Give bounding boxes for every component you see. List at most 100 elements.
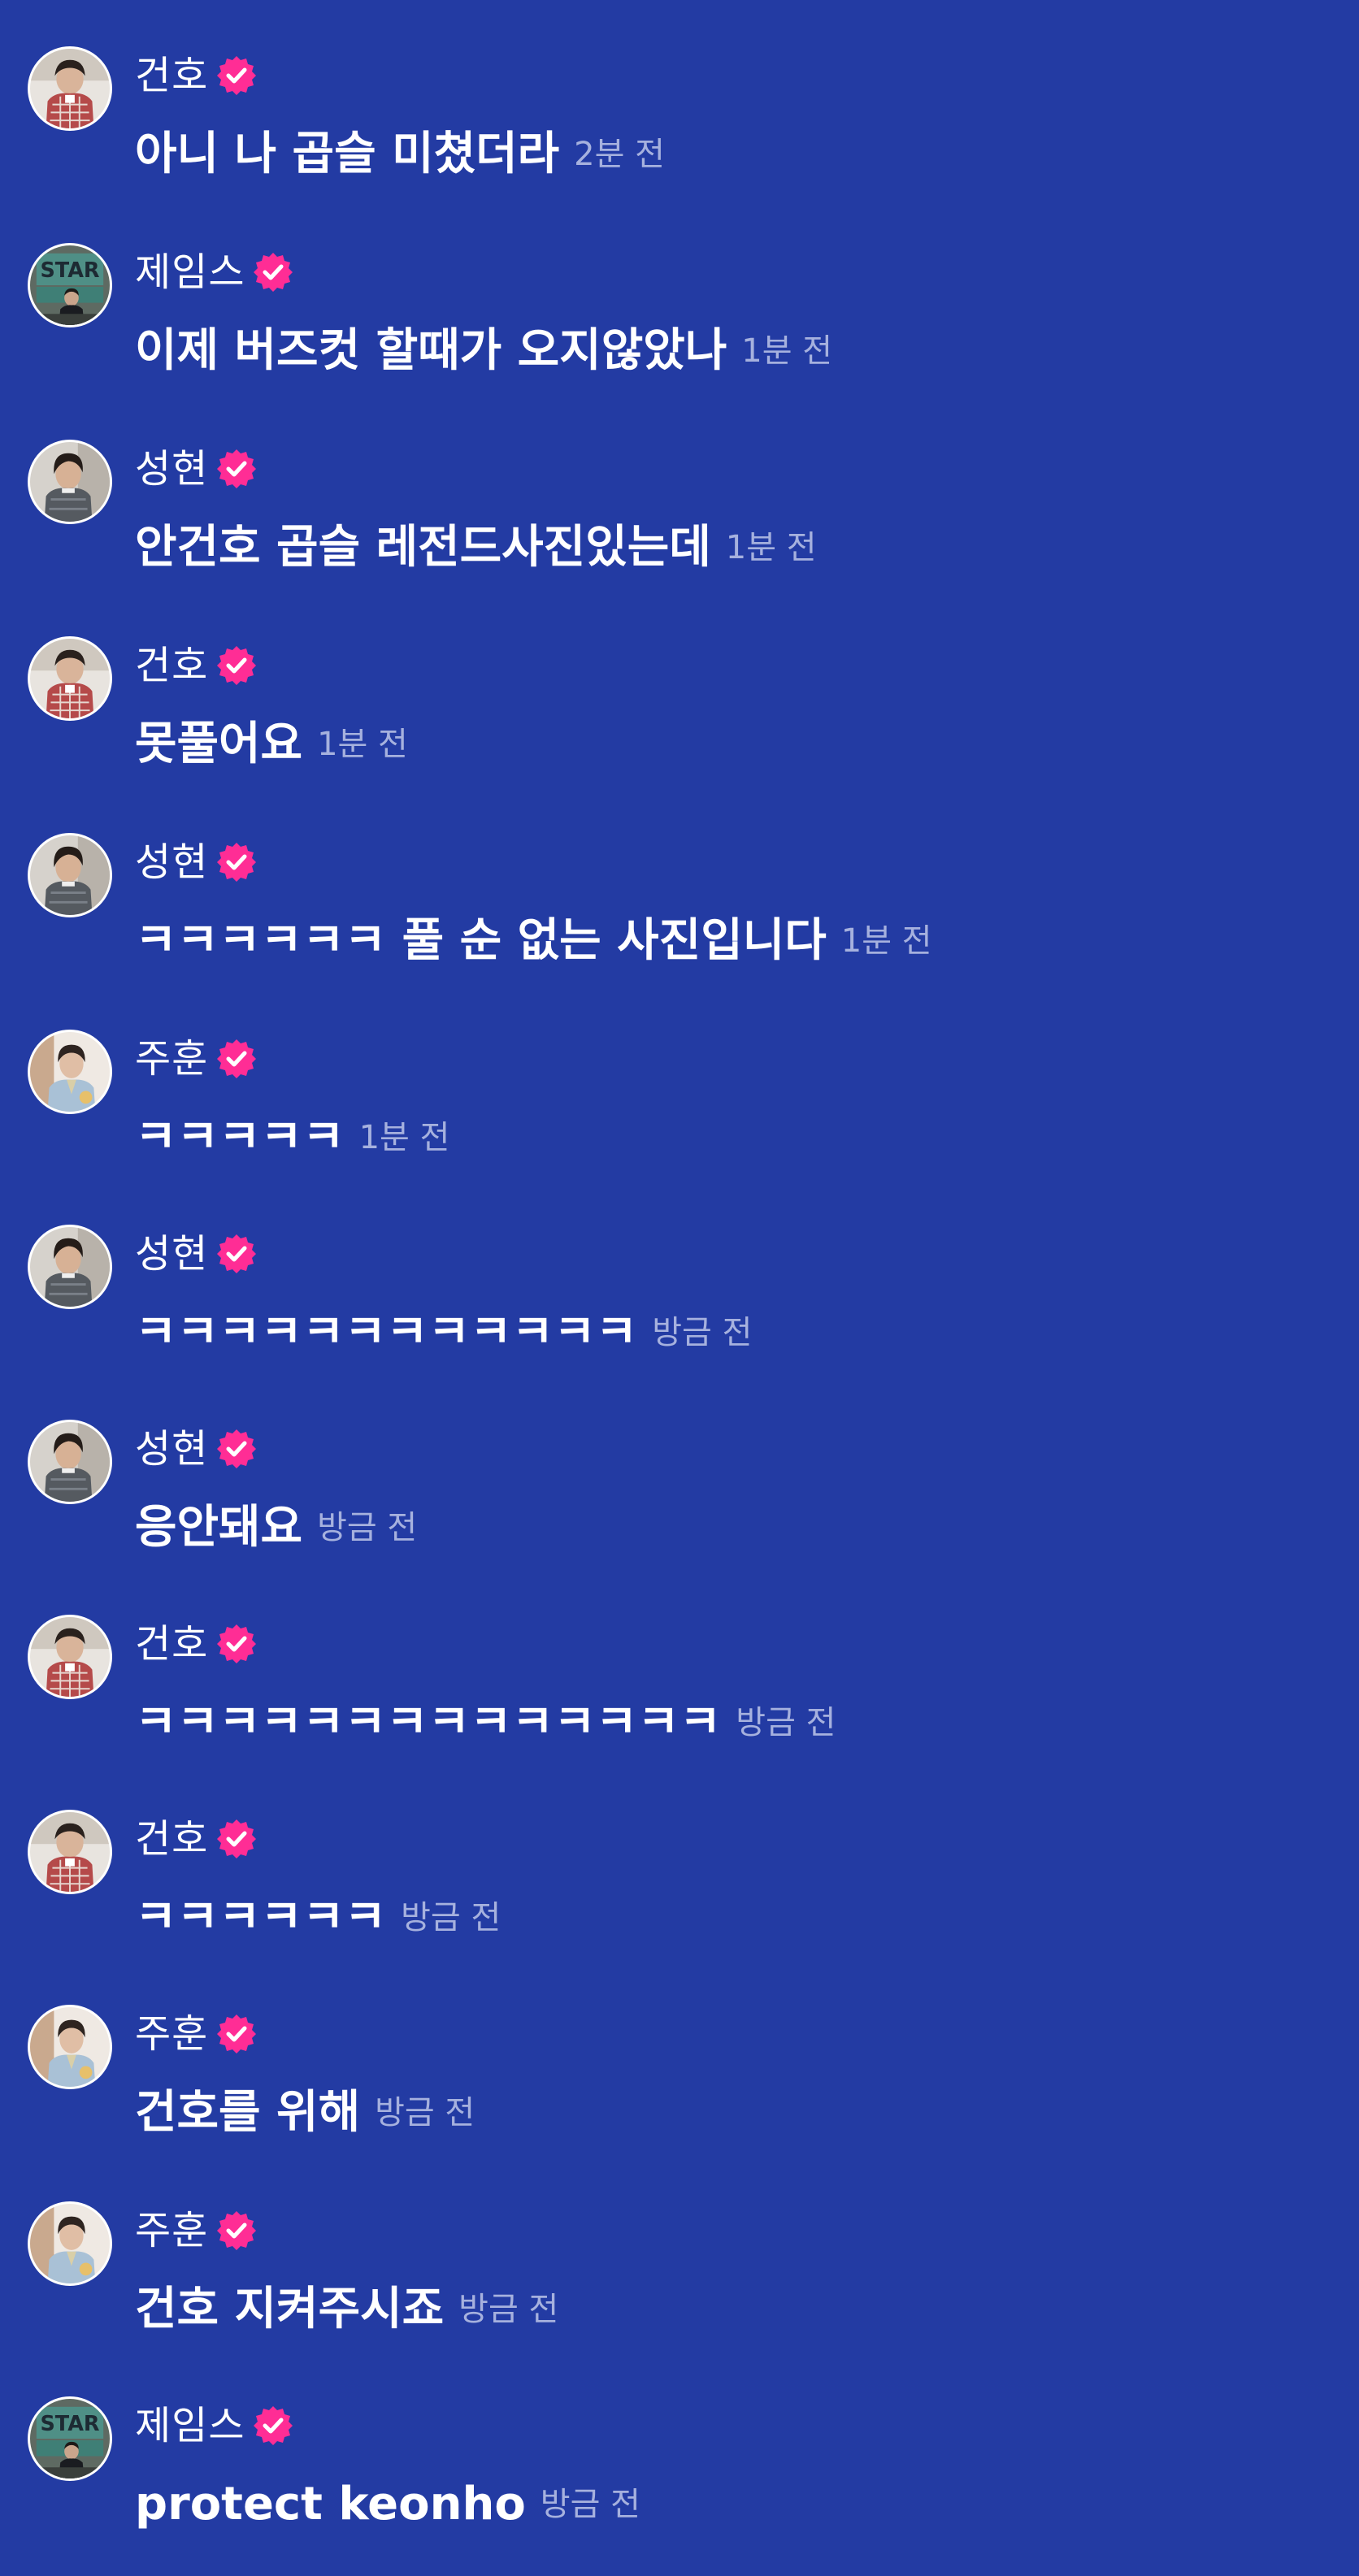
- message-timestamp: 1분 전: [358, 1119, 450, 1156]
- avatar-photo-sunghyun: [30, 442, 110, 522]
- message-body: ㅋㅋㅋㅋㅋㅋㅋㅋㅋㅋㅋㅋ 방금 전: [135, 1296, 752, 1369]
- verified-badge-icon: [215, 644, 258, 687]
- message-body: ㅋㅋㅋㅋㅋㅋ 풀 순 없는 사진입니다 1분 전: [135, 904, 932, 978]
- message-timestamp: 방금 전: [317, 1509, 418, 1546]
- sender-row: 성현: [135, 834, 258, 891]
- chat-message: 주훈 건호 지켜주시죠 방금 전: [0, 2155, 1359, 2332]
- chat-message: 성현 응안돼요 방금 전: [0, 1373, 1359, 1550]
- verified-check-icon: [217, 843, 257, 882]
- verified-badge-icon: [251, 2404, 295, 2448]
- sender-name[interactable]: 건호: [135, 1624, 208, 1663]
- message-body: protect keonho 방금 전: [135, 2468, 640, 2541]
- verified-badge-icon: [215, 54, 258, 98]
- avatar-photo-james: STAR: [30, 245, 110, 325]
- message-timestamp: 방금 전: [736, 1704, 836, 1741]
- sender-row: 주훈: [135, 1030, 258, 1087]
- avatar-photo-sunghyun: [30, 1227, 110, 1307]
- message-body: 응안돼요 방금 전: [135, 1491, 417, 1564]
- message-text: ㅋㅋㅋㅋㅋㅋ 풀 순 없는 사진입니다: [135, 914, 827, 967]
- sender-name[interactable]: 건호: [135, 1819, 208, 1858]
- message-text: ㅋㅋㅋㅋㅋㅋㅋㅋㅋㅋㅋㅋㅋㅋ: [135, 1696, 722, 1749]
- avatar-photo-keonho: [30, 1812, 110, 1892]
- sender-name[interactable]: 성현: [135, 449, 208, 488]
- message-body: 안건호 곱슬 레전드사진있는데 1분 전: [135, 511, 817, 584]
- avatar[interactable]: [28, 1030, 112, 1114]
- chat-message: 성현 안건호 곱슬 레전드사진있는데 1분 전: [0, 393, 1359, 570]
- avatar[interactable]: [28, 636, 112, 721]
- chat-message: 건호 ㅋㅋㅋㅋㅋㅋㅋㅋㅋㅋㅋㅋㅋㅋ 방금 전: [0, 1568, 1359, 1746]
- avatar[interactable]: [28, 2005, 112, 2089]
- svg-text:STAR: STAR: [40, 258, 99, 283]
- avatar-photo-juhoon: [30, 1032, 110, 1112]
- verified-badge-icon: [215, 1037, 258, 1081]
- avatar[interactable]: [28, 440, 112, 524]
- verified-check-icon: [217, 449, 257, 488]
- message-timestamp: 1분 전: [840, 922, 932, 960]
- message-body: 아니 나 곱슬 미쳤더라 2분 전: [135, 118, 665, 191]
- sender-name[interactable]: 성현: [135, 843, 208, 882]
- avatar-photo-keonho: [30, 49, 110, 128]
- message-timestamp: 방금 전: [540, 2486, 640, 2523]
- sender-name[interactable]: 건호: [135, 646, 208, 685]
- message-body: ㅋㅋㅋㅋㅋ 1분 전: [135, 1101, 449, 1174]
- avatar-photo-james: STAR: [30, 2399, 110, 2478]
- verified-badge-icon: [215, 447, 258, 491]
- svg-text:STAR: STAR: [40, 2412, 99, 2436]
- verified-badge-icon: [215, 840, 258, 884]
- avatar-photo-sunghyun: [30, 1422, 110, 1502]
- sender-name[interactable]: 제임스: [135, 2406, 245, 2445]
- sender-name[interactable]: 성현: [135, 1429, 208, 1468]
- chat-message: STAR 제임스 이제 버즈컷 할때가 오지않았나 1분 전: [0, 197, 1359, 374]
- sender-row: 건호: [135, 1811, 258, 1867]
- verified-badge-icon: [251, 250, 295, 294]
- verified-badge-icon: [215, 1817, 258, 1861]
- sender-name[interactable]: 주훈: [135, 2211, 208, 2250]
- sender-row: 제임스: [135, 2397, 295, 2454]
- sender-row: 성현: [135, 1420, 258, 1477]
- message-body: 건호 지켜주시죠 방금 전: [135, 2273, 558, 2346]
- avatar[interactable]: [28, 1810, 112, 1894]
- avatar[interactable]: [28, 1225, 112, 1309]
- verified-check-icon: [217, 56, 257, 95]
- chat-message: 건호 ㅋㅋㅋㅋㅋㅋ 방금 전: [0, 1763, 1359, 1941]
- message-timestamp: 방금 전: [375, 2094, 475, 2131]
- verified-check-icon: [217, 1819, 257, 1858]
- message-text: protect keonho: [135, 2478, 526, 2530]
- avatar[interactable]: STAR: [28, 2396, 112, 2481]
- message-text: ㅋㅋㅋㅋㅋ: [135, 1111, 345, 1164]
- verified-check-icon: [217, 2014, 257, 2053]
- verified-badge-icon: [215, 1232, 258, 1276]
- sender-name[interactable]: 주훈: [135, 2014, 208, 2053]
- avatar[interactable]: [28, 1420, 112, 1504]
- message-text: ㅋㅋㅋㅋㅋㅋㅋㅋㅋㅋㅋㅋ: [135, 1306, 638, 1359]
- avatar[interactable]: [28, 833, 112, 917]
- sender-row: 주훈: [135, 2202, 258, 2259]
- avatar[interactable]: [28, 2201, 112, 2286]
- verified-badge-icon: [215, 2012, 258, 2056]
- message-text: 이제 버즈컷 할때가 오지않았나: [135, 324, 727, 377]
- message-body: 건호를 위해 방금 전: [135, 2076, 475, 2149]
- sender-row: 건호: [135, 47, 258, 104]
- chat-message-list[interactable]: 건호 아니 나 곱슬 미쳤더라 2분 전 STAR 제임스 이제 버즈컷 할때가…: [0, 0, 1359, 2576]
- avatar[interactable]: [28, 46, 112, 131]
- message-text: 안건호 곱슬 레전드사진있는데: [135, 521, 711, 574]
- message-timestamp: 방금 전: [458, 2291, 559, 2328]
- sender-name[interactable]: 건호: [135, 56, 208, 95]
- verified-check-icon: [217, 2211, 257, 2250]
- sender-row: 건호: [135, 1615, 258, 1672]
- chat-message: 성현 ㅋㅋㅋㅋㅋㅋ 풀 순 없는 사진입니다 1분 전: [0, 787, 1359, 964]
- message-text: 못풀어요: [135, 718, 303, 770]
- message-body: ㅋㅋㅋㅋㅋㅋㅋㅋㅋㅋㅋㅋㅋㅋ 방금 전: [135, 1686, 836, 1759]
- sender-name[interactable]: 주훈: [135, 1039, 208, 1078]
- avatar[interactable]: [28, 1615, 112, 1699]
- avatar-photo-keonho: [30, 1617, 110, 1697]
- message-body: ㅋㅋㅋㅋㅋㅋ 방금 전: [135, 1881, 501, 1954]
- verified-check-icon: [217, 1429, 257, 1468]
- chat-message: 주훈 ㅋㅋㅋㅋㅋ 1분 전: [0, 983, 1359, 1160]
- avatar[interactable]: STAR: [28, 243, 112, 327]
- verified-badge-icon: [215, 1622, 258, 1666]
- sender-name[interactable]: 성현: [135, 1234, 208, 1273]
- chat-message: STAR 제임스 protect keonho 방금 전: [0, 2350, 1359, 2527]
- sender-name[interactable]: 제임스: [135, 253, 245, 292]
- verified-badge-icon: [215, 2209, 258, 2253]
